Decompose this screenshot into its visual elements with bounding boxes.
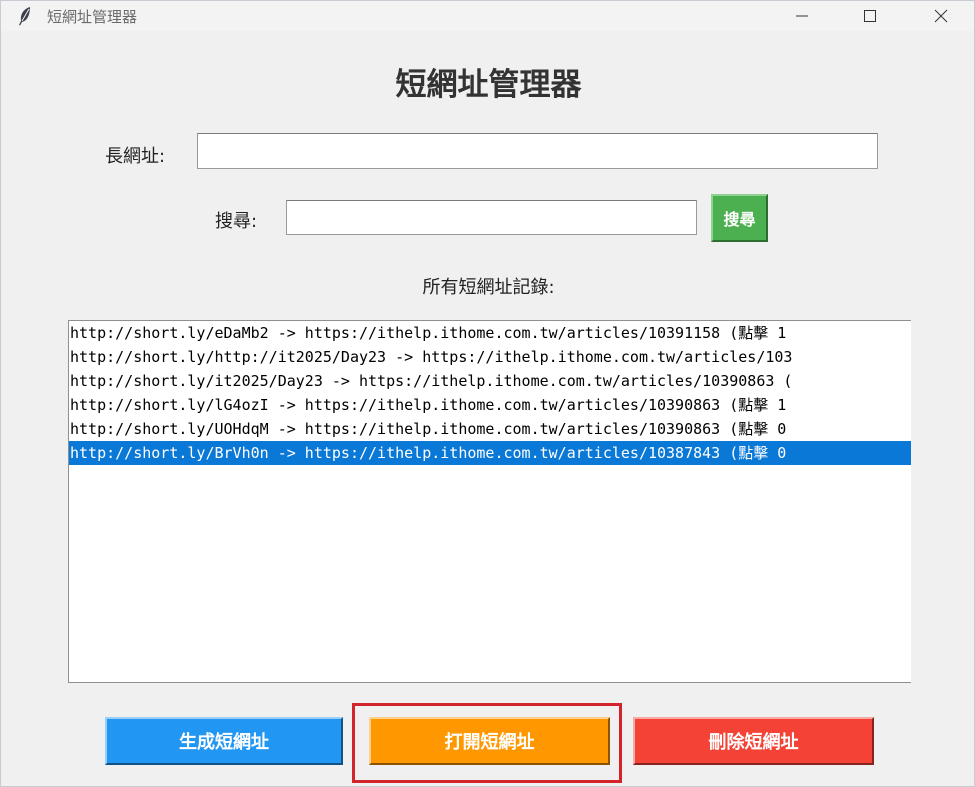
app-window: 短網址管理器 短網址管理器 長網址: 搜尋: 搜尋 所有短網址記錄: http:… <box>0 0 975 787</box>
records-listbox[interactable]: http://short.ly/eDaMb2 -> https://ithelp… <box>68 320 911 683</box>
list-item[interactable]: http://short.ly/http://it2025/Day23 -> h… <box>69 345 911 369</box>
page-title: 短網址管理器 <box>395 67 582 103</box>
list-item[interactable]: http://short.ly/eDaMb2 -> https://ithelp… <box>69 321 911 345</box>
search-label: 搜尋: <box>215 211 258 232</box>
minimize-icon <box>796 15 808 17</box>
close-button[interactable] <box>918 1 964 31</box>
title-bar[interactable]: 短網址管理器 <box>1 1 974 31</box>
search-button[interactable]: 搜尋 <box>711 194 768 242</box>
maximize-button[interactable] <box>847 1 893 31</box>
long-url-label: 長網址: <box>105 146 166 167</box>
generate-short-url-button[interactable]: 生成短網址 <box>105 717 343 765</box>
list-item[interactable]: http://short.ly/it2025/Day23 -> https://… <box>69 369 911 393</box>
records-label: 所有短網址記錄: <box>422 277 555 298</box>
list-item[interactable]: http://short.ly/BrVh0n -> https://ithelp… <box>69 441 911 465</box>
minimize-button[interactable] <box>779 1 825 31</box>
delete-short-url-button[interactable]: 刪除短網址 <box>633 717 874 765</box>
window-title: 短網址管理器 <box>47 8 138 26</box>
maximize-icon <box>864 10 876 22</box>
list-item[interactable]: http://short.ly/lG4ozI -> https://ithelp… <box>69 393 911 417</box>
list-item[interactable]: http://short.ly/UOHdqM -> https://ithelp… <box>69 417 911 441</box>
highlight-annotation <box>352 703 622 783</box>
long-url-input[interactable] <box>197 133 878 169</box>
feather-icon <box>19 7 30 26</box>
search-input[interactable] <box>286 200 697 235</box>
close-icon <box>934 9 948 23</box>
